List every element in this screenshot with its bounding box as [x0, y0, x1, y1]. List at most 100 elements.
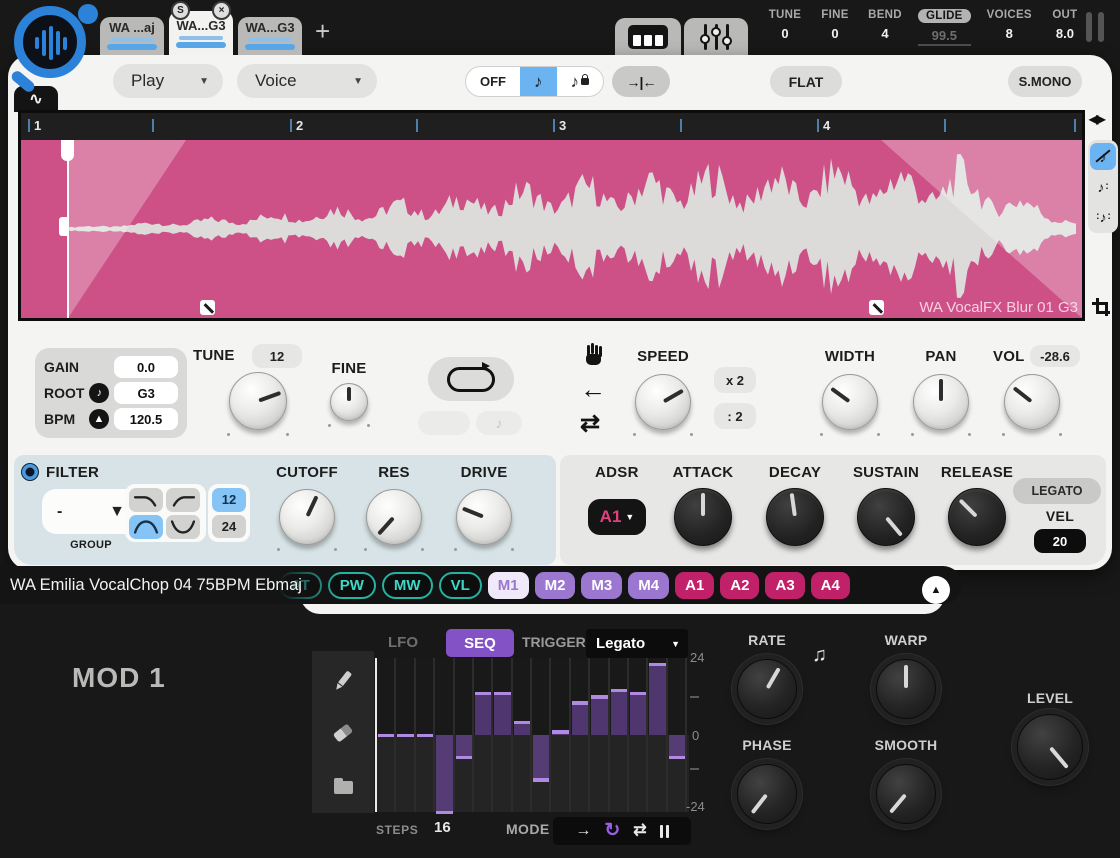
- pingpong-mode-icon[interactable]: ⇄: [633, 823, 646, 839]
- badge-a1[interactable]: A1: [675, 572, 714, 599]
- resize-grip-icon[interactable]: [1086, 12, 1104, 42]
- tune-value[interactable]: 12: [252, 344, 302, 368]
- seq-step-13[interactable]: [610, 658, 629, 812]
- fade-edit-handle[interactable]: [200, 300, 215, 315]
- badge-a2[interactable]: A2: [720, 572, 759, 599]
- cutoff-knob[interactable]: [279, 489, 335, 545]
- lowpass-filter-button[interactable]: [129, 488, 163, 512]
- header-param-out[interactable]: OUT8.0: [1048, 9, 1082, 46]
- vol-value[interactable]: -28.6: [1030, 345, 1080, 367]
- seq-bar[interactable]: [436, 735, 452, 812]
- seq-bar[interactable]: [475, 693, 491, 735]
- tab-seq[interactable]: SEQ: [446, 629, 514, 657]
- highpass-filter-button[interactable]: [166, 488, 200, 512]
- loop-note-button[interactable]: ♪: [476, 411, 522, 435]
- attack-knob[interactable]: [674, 488, 732, 546]
- seq-step-6[interactable]: [474, 658, 493, 812]
- vol-knob[interactable]: [1004, 374, 1060, 430]
- gain-value[interactable]: 0.0: [114, 356, 178, 378]
- seq-step-14[interactable]: [629, 658, 648, 812]
- seq-step-11[interactable]: [571, 658, 590, 812]
- bandpass-filter-button[interactable]: [129, 515, 163, 539]
- sync-note-button[interactable]: ♪: [520, 67, 557, 96]
- badge-m3[interactable]: M3: [581, 572, 622, 599]
- tab-keyboard-view[interactable]: [615, 18, 681, 55]
- tab-lfo[interactable]: LFO: [388, 634, 418, 651]
- badge-a3[interactable]: A3: [765, 572, 804, 599]
- seq-bar[interactable]: [533, 735, 549, 780]
- sustain-knob[interactable]: [857, 488, 915, 546]
- note-stretch-tool-button[interactable]: :♪:: [1090, 203, 1116, 230]
- doc-tab-2[interactable]: WA...G3S×: [169, 11, 233, 55]
- seq-bar[interactable]: [611, 690, 627, 735]
- tab-close-button[interactable]: ×: [212, 1, 231, 20]
- legato-button[interactable]: LEGATO: [1013, 478, 1101, 504]
- seq-bar[interactable]: [494, 693, 510, 735]
- timeline-ruler[interactable]: 1234: [21, 113, 1082, 140]
- width-knob[interactable]: [822, 374, 878, 430]
- waveform-area[interactable]: WA VocalFX Blur 01 G3: [21, 140, 1082, 318]
- notch-filter-button[interactable]: [166, 515, 200, 539]
- root-value[interactable]: G3: [114, 382, 178, 404]
- header-param-voices[interactable]: VOICES8: [987, 9, 1032, 46]
- note-sync-icon[interactable]: ♫: [812, 644, 827, 667]
- fade-edit-handle[interactable]: [869, 300, 884, 315]
- speed-double-button[interactable]: x 2: [714, 367, 756, 393]
- seq-bar[interactable]: [572, 703, 588, 735]
- loop-mode-icon[interactable]: ↻: [604, 823, 620, 839]
- steps-value[interactable]: 16: [434, 819, 451, 836]
- header-param-bend[interactable]: BEND4: [868, 9, 902, 46]
- trigger-mode-dropdown[interactable]: Legato▼: [586, 629, 688, 658]
- phase-knob[interactable]: [737, 764, 797, 824]
- release-knob[interactable]: [948, 488, 1006, 546]
- seq-bar[interactable]: [630, 693, 646, 735]
- seq-bar[interactable]: [591, 697, 607, 736]
- fine-knob[interactable]: [330, 383, 368, 421]
- collapse-panel-button[interactable]: ▲: [922, 576, 950, 604]
- smono-button[interactable]: S.MONO: [1008, 66, 1082, 97]
- clef-icon[interactable]: ♪: [89, 383, 109, 403]
- header-param-tune[interactable]: TUNE0: [768, 9, 802, 46]
- doc-tab-3[interactable]: WA...G3: [238, 17, 302, 55]
- badge-m2[interactable]: M2: [535, 572, 576, 599]
- forward-mode-icon[interactable]: →: [575, 823, 591, 839]
- level-knob[interactable]: [1017, 714, 1083, 780]
- snap-to-zero-button[interactable]: →|←: [612, 66, 670, 97]
- hold-mode-icon[interactable]: [660, 825, 669, 838]
- horizontal-scroll-arrows-icon[interactable]: ◀▶: [1089, 112, 1103, 126]
- pingpong-icon[interactable]: ⇄: [580, 412, 600, 436]
- filter-enable-toggle[interactable]: [22, 464, 38, 480]
- doc-tab-1[interactable]: WA ...aj: [100, 17, 164, 55]
- folder-tool-button[interactable]: [312, 765, 374, 805]
- reverse-icon[interactable]: ←: [580, 376, 606, 402]
- speed-halve-button[interactable]: : 2: [714, 403, 756, 429]
- waveform-display[interactable]: 1234 WA VocalFX Blur 01 G3: [18, 110, 1085, 321]
- badge-m4[interactable]: M4: [628, 572, 669, 599]
- flat-button[interactable]: FLAT: [770, 66, 842, 97]
- tune-knob[interactable]: [229, 372, 287, 430]
- slope-12-button[interactable]: 12: [212, 488, 246, 512]
- seq-bar[interactable]: [649, 664, 665, 735]
- pencil-tool-button[interactable]: [312, 661, 374, 701]
- voice-mode-dropdown[interactable]: Voice▼: [237, 64, 377, 98]
- seq-step-10[interactable]: [551, 658, 570, 812]
- start-marker-top-handle[interactable]: [61, 140, 74, 161]
- header-param-glide[interactable]: GLIDE99.5: [918, 9, 971, 46]
- preset-name[interactable]: WA Emilia VocalChop 04 75BPM Ebmaj: [0, 566, 338, 604]
- tab-mixer-view[interactable]: [684, 18, 748, 55]
- seq-step-12[interactable]: [590, 658, 609, 812]
- seq-step-7[interactable]: [493, 658, 512, 812]
- smooth-knob[interactable]: [876, 764, 936, 824]
- crop-icon[interactable]: [1092, 298, 1112, 318]
- hand-tool-icon[interactable]: [585, 345, 603, 365]
- sync-off-button[interactable]: OFF: [466, 67, 520, 96]
- seq-bar[interactable]: [456, 735, 472, 757]
- badge-vl[interactable]: VL: [439, 572, 482, 599]
- add-tab-button[interactable]: +: [307, 16, 334, 55]
- badge-m1[interactable]: M1: [488, 572, 529, 599]
- play-mode-dropdown[interactable]: Play▼: [113, 64, 223, 98]
- eraser-tool-button[interactable]: [312, 713, 374, 753]
- header-param-fine[interactable]: FINE0: [818, 9, 852, 46]
- speed-knob[interactable]: [635, 374, 691, 430]
- sync-note-lock-button[interactable]: ♪: [557, 67, 604, 96]
